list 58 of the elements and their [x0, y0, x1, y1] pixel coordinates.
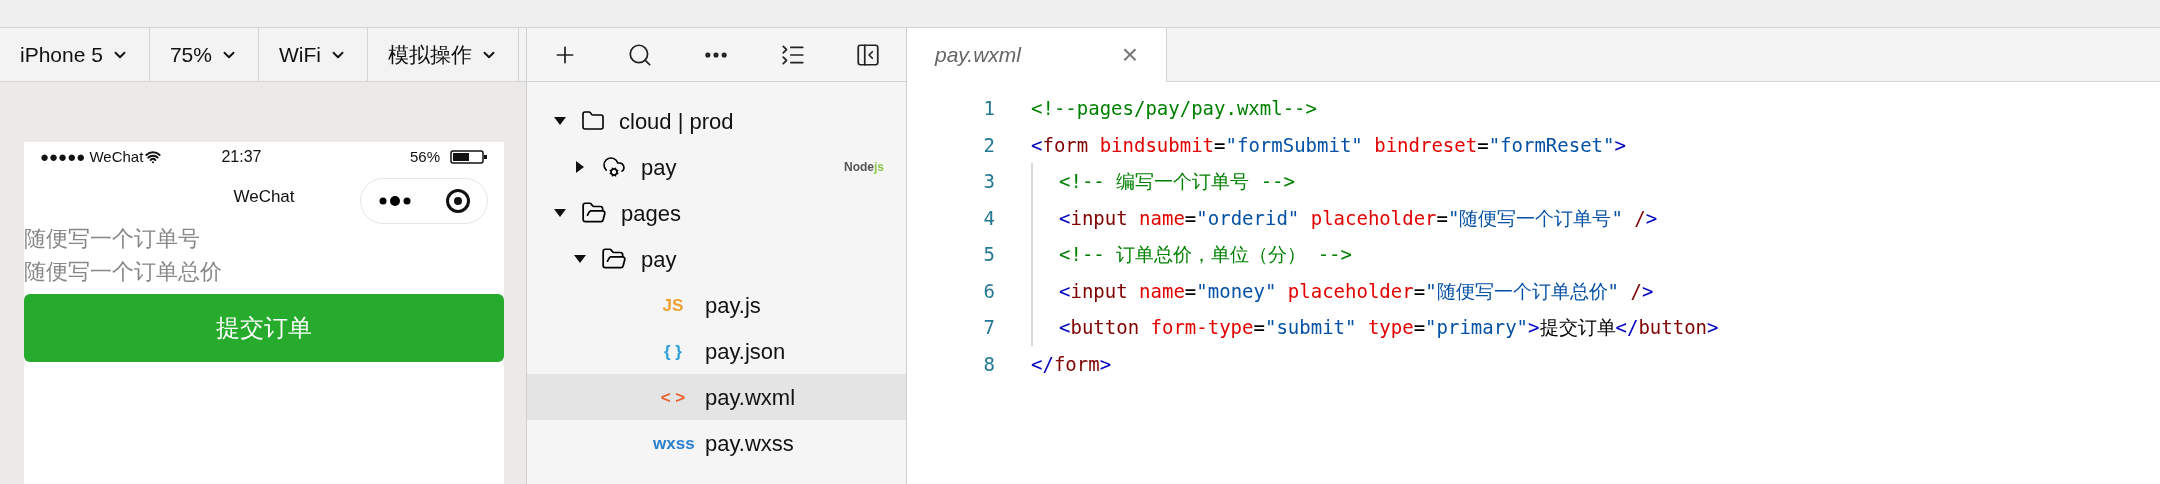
tree-item[interactable]: pages — [527, 190, 906, 236]
carrier-label: ●●●●● WeChat — [40, 146, 144, 167]
tree-item[interactable]: pay Nodejs — [527, 144, 906, 190]
code-line: <form bindsubmit="formSubmit" bindreset="formReset"> — [1031, 132, 1626, 158]
code-line: <input name="orderid" placeholder="随便写一个订单号" /> — [1031, 199, 1658, 236]
folder-icon — [599, 246, 629, 272]
tree-label: pay.js — [705, 291, 761, 320]
close-button[interactable]: × — [1121, 41, 1138, 69]
tree-label: pay — [641, 245, 677, 274]
tree-item[interactable]: { } pay.json — [527, 328, 906, 374]
page-title: WeChat — [233, 186, 295, 209]
dropdown-button[interactable]: WiFi — [258, 28, 368, 81]
file-type-icon: JS — [653, 296, 693, 314]
line-number: 3 — [982, 169, 996, 194]
search-icon[interactable] — [627, 41, 654, 68]
line-number: 7 — [982, 315, 996, 340]
code-line: </form> — [1031, 351, 1112, 377]
folder-icon — [579, 109, 607, 133]
tree-item[interactable]: JS pay.js — [527, 282, 906, 328]
text-input[interactable]: 随便写一个订单号 — [24, 222, 504, 255]
wifi-icon — [145, 149, 162, 165]
tree-item[interactable]: cloud | prod — [527, 98, 906, 144]
text-input[interactable]: 随便写一个订单总价 — [24, 255, 504, 288]
code-line: <input name="money" placeholder="随便写一个订单总价" /> — [1031, 272, 1654, 309]
line-number: 2 — [982, 132, 996, 158]
line-number: 6 — [982, 278, 996, 304]
dropdown-button[interactable]: 模拟操作 — [367, 28, 519, 81]
tree-item[interactable]: < > pay.wxml — [527, 374, 906, 420]
tree-label: pay — [641, 153, 677, 182]
panel-toggle-icon[interactable] — [855, 41, 882, 68]
code-line: <!-- 编写一个订单号 --> — [1031, 163, 1295, 200]
line-number: 5 — [982, 242, 996, 267]
runtime-label: Nodejs — [844, 159, 884, 176]
code-line: <!--pages/pay/pay.wxml--> — [1031, 96, 1317, 121]
tree-item[interactable]: wxss pay.wxss — [527, 420, 906, 466]
line-number: 4 — [982, 205, 996, 231]
file-type-icon: < > — [653, 388, 693, 406]
file-type-icon: { } — [653, 342, 693, 360]
tree-label: pay.wxml — [705, 383, 796, 412]
record-icon — [444, 188, 471, 214]
file-type-icon: wxss — [653, 434, 693, 452]
editor-tab[interactable]: pay.wxml × — [907, 28, 1167, 82]
tree-item[interactable]: pay — [527, 236, 906, 282]
tree-label: pages — [621, 199, 681, 228]
dropdown-button[interactable]: 75% — [149, 28, 259, 81]
more-icon — [377, 195, 412, 207]
line-number: 1 — [982, 96, 996, 121]
code-line: <button form-type="submit" type="primary">提交订单</button> — [1031, 309, 1719, 346]
clock: 21:37 — [221, 147, 262, 167]
line-number: 8 — [982, 351, 996, 377]
battery-percent: 56% — [409, 146, 440, 167]
dropdown-button[interactable]: iPhone 5 — [0, 28, 150, 81]
battery-icon — [450, 149, 488, 165]
code-line: <!-- 订单总价，单位（分） --> — [1031, 236, 1352, 273]
folder-icon — [579, 200, 609, 226]
tree-label: pay.wxss — [705, 429, 794, 458]
tree-label: cloud | prod — [619, 107, 734, 136]
tree-label: pay.json — [705, 337, 786, 366]
